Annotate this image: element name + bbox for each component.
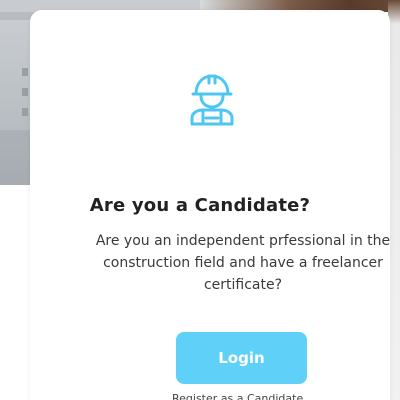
background-bottom: [0, 185, 30, 400]
register-candidate-link[interactable]: Register as a Candidate: [172, 392, 303, 400]
modal-description: Are you an independent prfessional in th…: [95, 233, 391, 293]
background-detail: [22, 88, 28, 96]
page: Are you a Candidate? Are you an independ…: [0, 0, 400, 400]
background-detail: [22, 108, 28, 116]
modal-title: Are you a Candidate?: [89, 195, 311, 216]
background-detail: [22, 68, 28, 76]
construction-worker-icon: [190, 74, 234, 126]
login-button[interactable]: Login: [176, 332, 307, 384]
